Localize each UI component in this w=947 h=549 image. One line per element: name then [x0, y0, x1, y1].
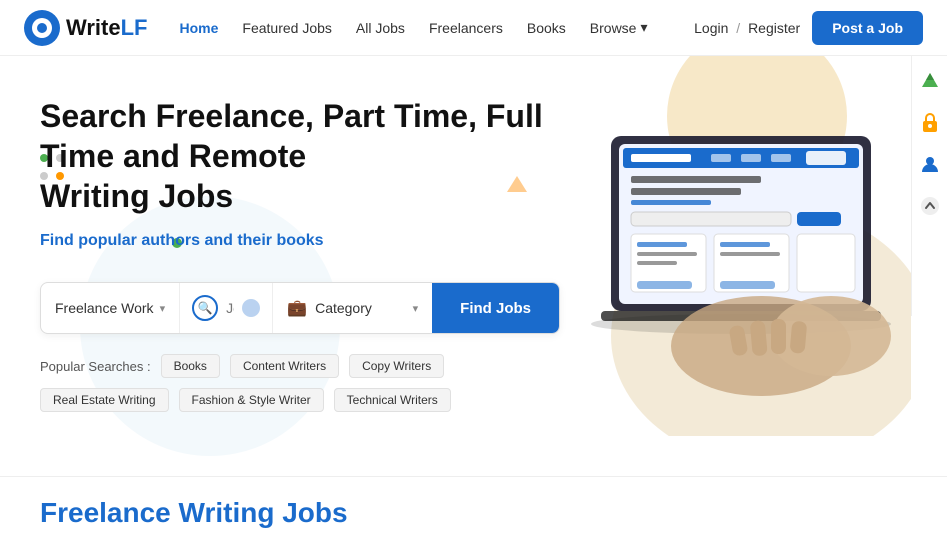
- search-dot-decoration: [242, 299, 260, 317]
- nav-featured-jobs[interactable]: Featured Jobs: [242, 19, 332, 36]
- nav-home[interactable]: Home: [180, 19, 219, 36]
- mountain-icon[interactable]: [916, 66, 944, 94]
- lock-icon[interactable]: [916, 108, 944, 136]
- nav-books[interactable]: Books: [527, 19, 566, 36]
- hero-content: Search Freelance, Part Time, Full Time a…: [40, 96, 560, 412]
- right-sidebar: [911, 56, 947, 316]
- bottom-heading: Freelance Writing Jobs: [40, 497, 907, 529]
- nav-all-jobs[interactable]: All Jobs: [356, 19, 405, 36]
- navbar: WriteLF Home Featured Jobs All Jobs Free…: [0, 0, 947, 56]
- post-job-button[interactable]: Post a Job: [812, 11, 923, 45]
- search-input-area: 🔍: [180, 295, 272, 321]
- popular-tag-technical[interactable]: Technical Writers: [334, 388, 451, 412]
- nav-right: Login / Register Post a Job: [694, 11, 923, 45]
- search-type-label: Freelance Work: [55, 300, 154, 316]
- chevron-down-icon: ▾: [640, 19, 647, 36]
- popular-tag-copy-writers[interactable]: Copy Writers: [349, 354, 444, 378]
- category-chevron-icon: ▾: [413, 302, 419, 315]
- nav-browse[interactable]: Browse ▾: [590, 19, 648, 36]
- category-dropdown[interactable]: 💼 Category ▾: [272, 283, 432, 333]
- login-link[interactable]: Login: [694, 20, 728, 36]
- search-type-chevron-icon: ▾: [160, 302, 166, 315]
- logo-text: WriteLF: [66, 15, 148, 41]
- search-input[interactable]: [226, 300, 234, 316]
- nav-links: Home Featured Jobs All Jobs Freelancers …: [180, 19, 695, 36]
- find-jobs-button[interactable]: Find Jobs: [432, 283, 559, 333]
- category-label: Category: [315, 300, 372, 316]
- person-icon[interactable]: [916, 150, 944, 178]
- popular-tag-books[interactable]: Books: [161, 354, 220, 378]
- popular-tag-content-writers[interactable]: Content Writers: [230, 354, 339, 378]
- hero-section: Search Freelance, Part Time, Full Time a…: [0, 56, 947, 476]
- arrow-up-icon[interactable]: [916, 192, 944, 220]
- popular-tag-real-estate[interactable]: Real Estate Writing: [40, 388, 169, 412]
- search-icon: 🔍: [192, 295, 218, 321]
- popular-label: Popular Searches :: [40, 359, 151, 374]
- search-bar: Freelance Work ▾ 🔍 💼 Category ▾ Find Job…: [40, 282, 560, 334]
- briefcase-icon: 💼: [287, 298, 307, 318]
- logo-icon: [24, 10, 60, 46]
- popular-tag-fashion[interactable]: Fashion & Style Writer: [179, 388, 324, 412]
- search-type-dropdown[interactable]: Freelance Work ▾: [41, 283, 180, 333]
- hero-heading: Search Freelance, Part Time, Full Time a…: [40, 96, 560, 216]
- logo[interactable]: WriteLF: [24, 10, 148, 46]
- bottom-section: Freelance Writing Jobs: [0, 476, 947, 549]
- separator: /: [736, 20, 740, 36]
- register-link[interactable]: Register: [748, 20, 800, 36]
- hero-subheading[interactable]: Find popular authors and their books: [40, 232, 560, 250]
- popular-searches: Popular Searches : Books Content Writers…: [40, 354, 560, 412]
- nav-freelancers[interactable]: Freelancers: [429, 19, 503, 36]
- login-register-links: Login / Register: [694, 20, 800, 36]
